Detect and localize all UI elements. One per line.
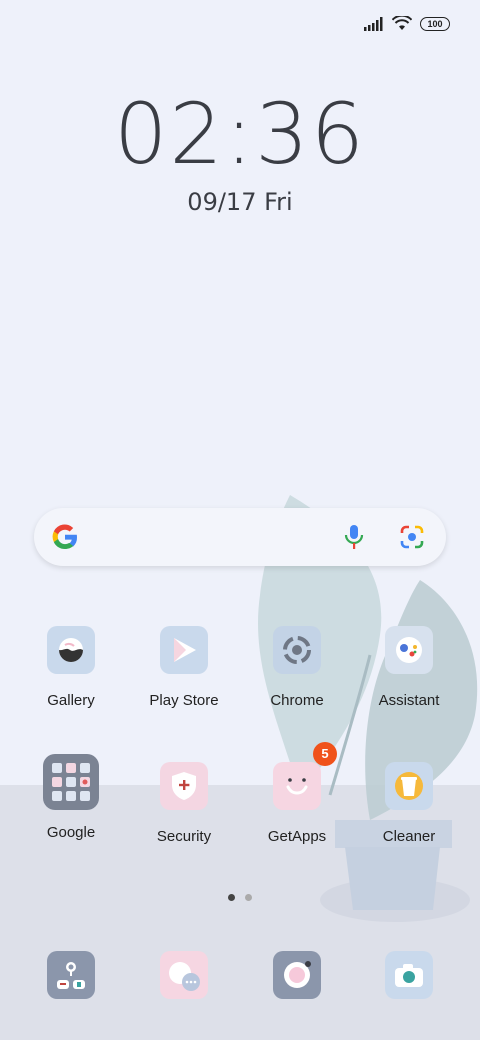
app-chrome[interactable]: Chrome (242, 626, 352, 709)
camera-icon (385, 951, 433, 999)
play-store-icon (160, 626, 208, 674)
app-getapps[interactable]: 5 GetApps (242, 742, 352, 845)
day-text: Fri (264, 188, 293, 216)
assistant-icon (385, 626, 433, 674)
app-play-store[interactable]: Play Store (129, 626, 239, 709)
security-icon (160, 762, 208, 810)
battery-indicator: 100 (420, 16, 450, 31)
app-cleaner[interactable]: Cleaner (354, 762, 464, 845)
page-indicator[interactable] (228, 894, 252, 901)
app-label: Play Store (149, 692, 219, 709)
chrome-icon (273, 626, 321, 674)
phone-contacts-icon (47, 951, 95, 999)
page-dot (245, 894, 252, 901)
google-lens-icon[interactable] (398, 523, 426, 551)
app-label: Chrome (270, 692, 324, 709)
app-assistant[interactable]: Assistant (354, 626, 464, 709)
wifi-icon (392, 16, 412, 30)
dock-camera-lens[interactable] (242, 951, 352, 999)
status-bar: 100 (364, 16, 450, 31)
clock-time[interactable]: 02:36 (0, 92, 480, 176)
app-label: GetApps (267, 828, 327, 845)
getapps-icon: 5 (273, 742, 337, 810)
app-label: Assistant (378, 692, 440, 709)
signal-icon (364, 16, 383, 31)
dock-phone[interactable] (16, 951, 126, 999)
dock-messages[interactable] (129, 951, 239, 999)
google-folder-icon (43, 754, 99, 810)
google-logo-icon (52, 524, 78, 550)
app-security[interactable]: Security (129, 762, 239, 845)
microphone-icon[interactable] (342, 523, 366, 551)
cleaner-icon (385, 762, 433, 810)
messages-icon (160, 951, 208, 999)
dock-camera[interactable] (354, 951, 464, 999)
gallery-icon (47, 626, 95, 674)
app-google-folder[interactable]: Google (16, 754, 126, 841)
app-label: Google (46, 824, 96, 841)
camera-lens-icon (273, 951, 321, 999)
date-text: 09/17 (187, 188, 257, 216)
page-dot-active (228, 894, 235, 901)
app-label: Cleaner (382, 828, 436, 845)
app-label: Gallery (47, 692, 95, 709)
app-label: Security (156, 828, 212, 845)
google-search-bar[interactable] (34, 508, 446, 566)
app-gallery[interactable]: Gallery (16, 626, 126, 709)
clock-date[interactable]: 09/17 Fri (0, 188, 480, 216)
notification-badge: 5 (313, 742, 337, 766)
